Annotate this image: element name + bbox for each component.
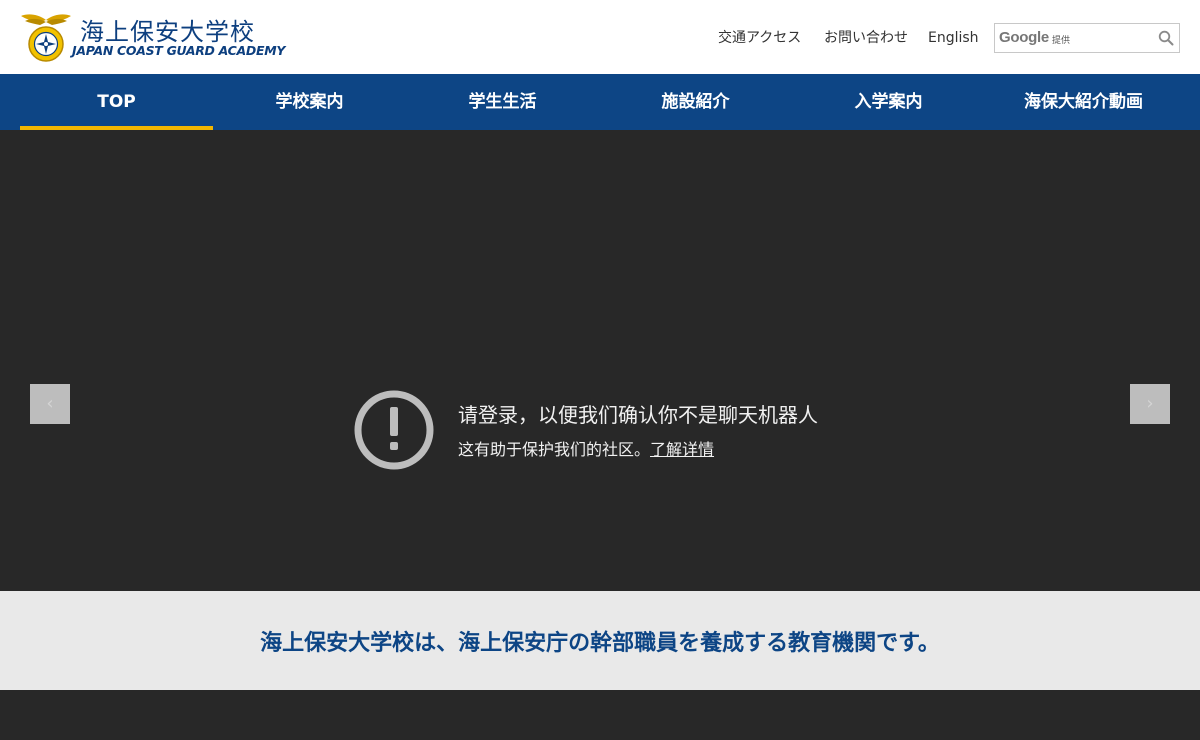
nav-admissions[interactable]: 入学案内 [792, 74, 985, 130]
site-search: Google 提供 [994, 23, 1180, 53]
search-input[interactable] [1075, 27, 1147, 49]
bot-check-title: 请登录，以便我们确认你不是聊天机器人 [458, 403, 818, 427]
access-link[interactable]: 交通アクセス [718, 29, 801, 47]
nav-student-life[interactable]: 学生生活 [406, 74, 599, 130]
hero-video-area: ‹ › 请登录，以便我们确认你不是聊天机器人 这有助于保护我们的社区。了解详情 [0, 130, 1200, 591]
chevron-right-icon: › [1146, 393, 1154, 414]
google-provided-label: 提供 [1052, 36, 1071, 46]
bot-check-description: 这有助于保护我们的社区。 [458, 440, 651, 459]
bot-check-text: 这有助于保护我们的社区。了解详情 [458, 436, 714, 460]
slider-prev-button[interactable]: ‹ [30, 384, 70, 424]
nav-intro-videos[interactable]: 海保大紹介動画 [987, 74, 1180, 130]
tagline-band: 海上保安大学校は、海上保安庁の幹部職員を養成する教育機関です。 [0, 591, 1200, 690]
contact-link[interactable]: お問い合わせ [824, 29, 908, 47]
nav-facilities[interactable]: 施設紹介 [599, 74, 792, 130]
site-header: 海上保安大学校 JAPAN COAST GUARD ACADEMY 交通アクセス… [0, 0, 1200, 74]
lower-section [0, 690, 1200, 740]
learn-more-link[interactable]: 了解详情 [650, 440, 714, 459]
chevron-left-icon: ‹ [46, 393, 54, 414]
nav-school-info[interactable]: 学校案内 [213, 74, 406, 130]
nav-top[interactable]: TOP [20, 74, 213, 130]
exclamation-alert-icon [354, 390, 434, 470]
search-icon[interactable] [1158, 30, 1174, 46]
academy-tagline: 海上保安大学校は、海上保安庁の幹部職員を養成する教育機関です。 [260, 631, 940, 656]
google-brand-label: Google [999, 29, 1049, 46]
english-link[interactable]: English [928, 29, 979, 47]
main-nav: TOP 学校案内 学生生活 施設紹介 入学案内 海保大紹介動画 [0, 74, 1200, 130]
slider-next-button[interactable]: › [1130, 384, 1170, 424]
